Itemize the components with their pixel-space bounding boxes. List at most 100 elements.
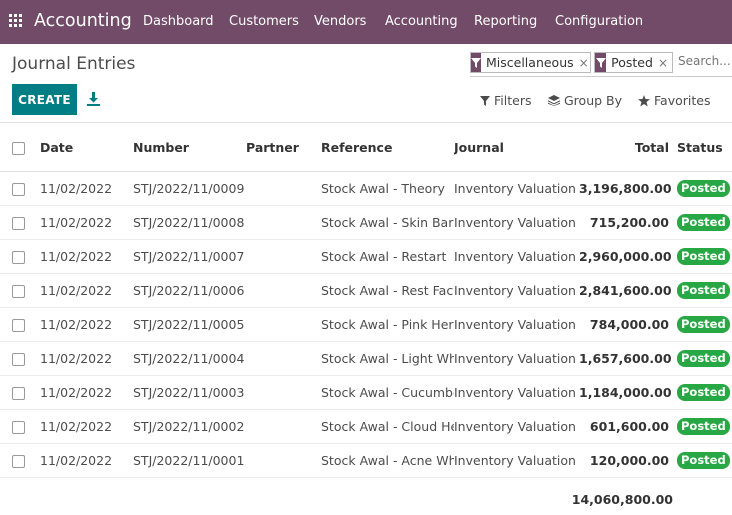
- cell-date: 11/02/2022: [40, 409, 133, 444]
- row-select-cell[interactable]: [0, 307, 40, 342]
- row-checkbox[interactable]: [12, 454, 25, 468]
- row-checkbox[interactable]: [12, 352, 25, 366]
- table-row[interactable]: 11/02/2022 STJ/2022/11/0009 Stock Awal - T…: [0, 171, 732, 206]
- column-header-status[interactable]: Status: [677, 124, 732, 172]
- filters-label: Filters: [494, 93, 532, 108]
- top-navbar: Accounting Dashboard Customers Vendors A…: [0, 0, 732, 44]
- page-title: Journal Entries: [12, 54, 136, 74]
- app-title[interactable]: Accounting: [34, 11, 132, 31]
- column-header-total[interactable]: Total: [579, 124, 677, 172]
- cell-journal: Inventory Valuation: [454, 443, 579, 478]
- facet-remove-icon[interactable]: ×: [579, 56, 593, 70]
- cell-status: Posted: [677, 443, 732, 478]
- filters-button[interactable]: Filters: [480, 93, 531, 108]
- favorites-button[interactable]: Favorites: [638, 93, 710, 108]
- cell-date: 11/02/2022: [40, 375, 133, 410]
- row-select-cell[interactable]: [0, 443, 40, 478]
- column-header-journal[interactable]: Journal: [454, 124, 579, 172]
- row-select-cell[interactable]: [0, 205, 40, 240]
- layers-icon: [548, 95, 560, 106]
- column-header-number[interactable]: Number: [133, 124, 246, 172]
- facet-miscellaneous: Miscellaneous ×: [470, 52, 591, 73]
- row-checkbox[interactable]: [12, 250, 25, 264]
- row-select-cell[interactable]: [0, 171, 40, 206]
- table-row[interactable]: 11/02/2022 STJ/2022/11/0002 Stock Awal - C…: [0, 409, 732, 444]
- group-by-label: Group By: [564, 93, 623, 108]
- filter-icon: [480, 95, 490, 106]
- status-badge: Posted: [677, 383, 730, 401]
- table-row[interactable]: 11/02/2022 STJ/2022/11/0003 Stock Awal - C…: [0, 375, 732, 410]
- menu-accounting[interactable]: Accounting: [385, 14, 458, 29]
- facet-posted: Posted ×: [594, 52, 673, 73]
- cell-partner: [246, 307, 321, 342]
- filter-icon: [471, 53, 481, 72]
- menu-vendors[interactable]: Vendors: [314, 14, 366, 29]
- cell-partner: [246, 341, 321, 376]
- status-badge: Posted: [677, 247, 730, 265]
- status-badge: Posted: [677, 281, 730, 299]
- column-header-date[interactable]: Date: [40, 124, 133, 172]
- menu-customers[interactable]: Customers: [229, 14, 299, 29]
- row-checkbox[interactable]: [12, 216, 25, 230]
- select-all-checkbox[interactable]: [12, 141, 25, 155]
- cell-status: Posted: [677, 205, 732, 240]
- cell-partner: [246, 443, 321, 478]
- cell-date: 11/02/2022: [40, 205, 133, 240]
- cell-journal: Inventory Valuation: [454, 341, 579, 376]
- facet-remove-icon[interactable]: ×: [658, 56, 672, 70]
- table-row[interactable]: 11/02/2022 STJ/2022/11/0004 Stock Awal - L…: [0, 341, 732, 376]
- download-icon[interactable]: [87, 91, 100, 106]
- cell-total: 2,960,000.00: [579, 239, 677, 274]
- cell-reference: Stock Awal - Rest Face: [321, 273, 454, 308]
- cell-status: Posted: [677, 307, 732, 342]
- grand-total: 14,060,800.00: [571, 492, 673, 507]
- facet-label: Posted: [611, 55, 653, 70]
- row-select-cell[interactable]: [0, 273, 40, 308]
- cell-total: 1,184,000.00: [579, 375, 677, 410]
- row-checkbox[interactable]: [12, 284, 25, 298]
- apps-grid-icon[interactable]: [9, 14, 22, 27]
- cell-date: 11/02/2022: [40, 239, 133, 274]
- status-badge: Posted: [677, 179, 730, 197]
- cell-number: STJ/2022/11/0009: [133, 171, 246, 206]
- cell-number: STJ/2022/11/0007: [133, 239, 246, 274]
- row-select-cell[interactable]: [0, 341, 40, 376]
- menu-reporting[interactable]: Reporting: [474, 14, 537, 29]
- menu-dashboard[interactable]: Dashboard: [143, 14, 214, 29]
- cell-total: 2,841,600.00: [579, 273, 677, 308]
- status-badge: Posted: [677, 451, 730, 469]
- row-checkbox[interactable]: [12, 420, 25, 434]
- cell-date: 11/02/2022: [40, 341, 133, 376]
- table-row[interactable]: 11/02/2022 STJ/2022/11/0005 Stock Awal - P…: [0, 307, 732, 342]
- group-by-button[interactable]: Group By: [548, 93, 622, 108]
- cell-total: 601,600.00: [579, 409, 677, 444]
- cell-date: 11/02/2022: [40, 273, 133, 308]
- cell-partner: [246, 171, 321, 206]
- cell-number: STJ/2022/11/0008: [133, 205, 246, 240]
- journal-entries-table: Date Number Partner Reference Journal To…: [0, 124, 732, 478]
- select-all-cell[interactable]: [0, 124, 40, 172]
- column-header-reference[interactable]: Reference: [321, 124, 454, 172]
- table-row[interactable]: 11/02/2022 STJ/2022/11/0001 Stock Awal - A…: [0, 443, 732, 478]
- table-row[interactable]: 11/02/2022 STJ/2022/11/0006 Stock Awal - R…: [0, 273, 732, 308]
- cell-total: 784,000.00: [579, 307, 677, 342]
- search-input[interactable]: [678, 54, 732, 68]
- row-select-cell[interactable]: [0, 239, 40, 274]
- search-underline: [470, 76, 732, 77]
- column-header-partner[interactable]: Partner: [246, 124, 321, 172]
- table-row[interactable]: 11/02/2022 STJ/2022/11/0007 Stock Awal - R…: [0, 239, 732, 274]
- table-row[interactable]: 11/02/2022 STJ/2022/11/0008 Stock Awal - S…: [0, 205, 732, 240]
- cell-journal: Inventory Valuation: [454, 205, 579, 240]
- row-checkbox[interactable]: [12, 182, 25, 196]
- row-select-cell[interactable]: [0, 375, 40, 410]
- row-checkbox[interactable]: [12, 386, 25, 400]
- row-checkbox[interactable]: [12, 318, 25, 332]
- cell-journal: Inventory Valuation: [454, 409, 579, 444]
- create-button[interactable]: CREATE: [12, 84, 77, 115]
- cell-journal: Inventory Valuation: [454, 273, 579, 308]
- cell-reference: Stock Awal - Theory: [321, 171, 454, 206]
- cell-reference: Stock Awal - Cloud Hero: [321, 409, 454, 444]
- cell-partner: [246, 273, 321, 308]
- menu-configuration[interactable]: Configuration: [555, 14, 643, 29]
- row-select-cell[interactable]: [0, 409, 40, 444]
